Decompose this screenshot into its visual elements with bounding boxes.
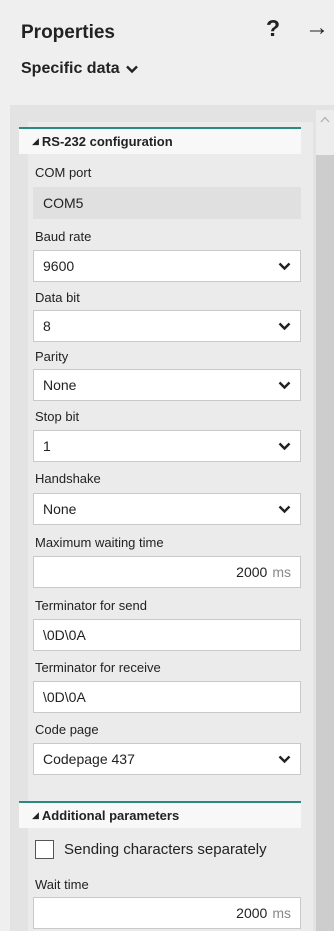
data-bit-value: 8 — [43, 318, 51, 334]
term-send-value: \0D\0A — [43, 627, 86, 643]
code-page-label: Code page — [35, 722, 99, 737]
wait-time-value: 2000 — [236, 905, 268, 921]
baud-rate-label: Baud rate — [35, 229, 92, 244]
scroll-up-button[interactable] — [316, 110, 334, 150]
chevron-down-icon — [278, 381, 291, 389]
chevron-down-icon — [278, 262, 291, 270]
specific-data-dropdown[interactable]: Specific data — [21, 60, 138, 78]
wait-time-label: Wait time — [35, 877, 89, 892]
collapse-panel-button[interactable]: → — [305, 14, 329, 42]
help-button[interactable]: ? — [266, 15, 280, 42]
parity-label: Parity — [35, 349, 69, 364]
data-bit-label: Data bit — [35, 290, 80, 305]
handshake-select[interactable]: None — [33, 493, 301, 525]
section-rs232-title: RS-232 configuration — [41, 134, 173, 149]
chevron-up-icon — [320, 116, 330, 123]
chevron-down-icon — [278, 442, 291, 450]
send-separately-option[interactable]: Sending characters separately — [35, 840, 267, 859]
max-wait-label: Maximum waiting time — [35, 535, 164, 550]
handshake-value: None — [43, 501, 77, 517]
vertical-scrollbar[interactable] — [316, 110, 334, 931]
section-additional-title: Additional parameters — [41, 808, 180, 823]
chevron-down-icon — [278, 755, 291, 763]
section-rs232-header[interactable]: ◢ RS-232 configuration — [19, 127, 301, 154]
send-separately-label: Sending characters separately — [64, 841, 267, 858]
max-wait-value: 2000 — [236, 564, 268, 580]
panel-title: Properties — [21, 22, 115, 43]
send-separately-checkbox[interactable] — [35, 840, 54, 859]
code-page-value: Codepage 437 — [43, 751, 135, 767]
wait-time-input[interactable]: 2000 ms — [33, 897, 301, 929]
collapse-triangle-icon: ◢ — [32, 810, 39, 820]
stop-bit-value: 1 — [43, 438, 51, 454]
section-additional-header[interactable]: ◢ Additional parameters — [19, 801, 301, 828]
parity-value: None — [43, 377, 77, 393]
wait-time-unit: ms — [272, 905, 291, 921]
data-bit-select[interactable]: 8 — [33, 310, 301, 342]
max-wait-unit: ms — [272, 564, 291, 580]
handshake-label: Handshake — [35, 471, 101, 486]
baud-rate-value: 9600 — [43, 258, 75, 274]
parity-select[interactable]: None — [33, 369, 301, 401]
chevron-down-icon — [278, 322, 291, 330]
stop-bit-label: Stop bit — [35, 409, 80, 424]
com-port-field: COM5 — [33, 187, 301, 219]
term-receive-label: Terminator for receive — [35, 660, 161, 675]
term-receive-value: \0D\0A — [43, 689, 86, 705]
scrollbar-thumb[interactable] — [316, 155, 334, 931]
term-send-label: Terminator for send — [35, 598, 147, 613]
stop-bit-select[interactable]: 1 — [33, 430, 301, 462]
max-wait-input[interactable]: 2000 ms — [33, 556, 301, 588]
com-port-value: COM5 — [43, 195, 84, 211]
baud-rate-select[interactable]: 9600 — [33, 250, 301, 282]
code-page-select[interactable]: Codepage 437 — [33, 743, 301, 775]
term-send-input[interactable]: \0D\0A — [33, 619, 301, 651]
chevron-down-icon — [278, 505, 291, 513]
com-port-label: COM port — [35, 165, 92, 180]
specific-data-label: Specific data — [21, 60, 120, 77]
term-receive-input[interactable]: \0D\0A — [33, 681, 301, 713]
chevron-down-icon — [125, 65, 138, 73]
collapse-triangle-icon: ◢ — [32, 136, 39, 146]
